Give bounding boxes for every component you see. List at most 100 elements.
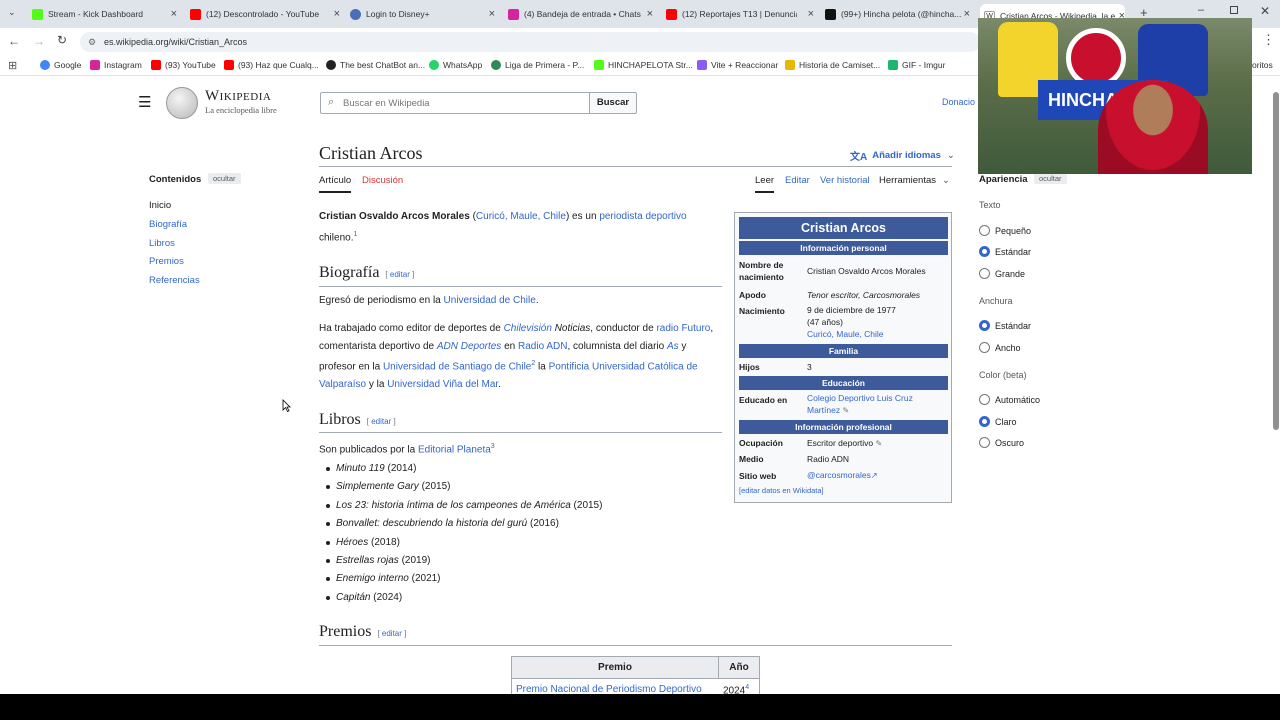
birthplace-link[interactable]: Curicó, Maule, Chile	[476, 211, 566, 222]
periodista-link[interactable]: periodista deportivo	[599, 211, 686, 222]
tab-search-chevron-icon[interactable]: ⌄	[8, 7, 16, 18]
close-icon[interactable]: ×	[334, 8, 340, 20]
bookmark-whatsapp[interactable]: WhatsApp	[429, 60, 482, 70]
wikipedia-globe-logo[interactable]	[166, 87, 198, 119]
section-heading-libros: Libros[ editar ]	[319, 411, 396, 428]
uvm-link[interactable]: Universidad Viña del Mar	[387, 379, 498, 390]
radio-width-estandar[interactable]	[979, 320, 990, 331]
editorial-planeta-link[interactable]: Editorial Planeta	[418, 444, 491, 455]
apps-grid-icon[interactable]: ⊞	[8, 59, 17, 72]
edit-section-biografia[interactable]: [ editar ]	[385, 270, 414, 279]
chilevision-link[interactable]: Chilevisión	[504, 323, 552, 334]
forward-icon[interactable]: →	[33, 34, 45, 48]
color-label: Color (beta)	[979, 370, 1027, 380]
youtube-icon	[666, 8, 677, 20]
tab-discusion[interactable]: Discusión	[362, 175, 403, 186]
tab-youtube-t13[interactable]: (12) Reportajes T13 | Denuncia ×	[666, 4, 814, 24]
pencil-icon[interactable]: ✎	[876, 439, 883, 448]
close-icon[interactable]: ×	[808, 8, 814, 20]
ref-1-link[interactable]: 1	[353, 231, 357, 238]
tab-articulo[interactable]: Artículo	[319, 175, 352, 193]
reload-icon[interactable]: ↻	[57, 33, 67, 47]
ref-4-link[interactable]: 4	[745, 684, 749, 691]
scrollbar-thumb[interactable]	[1273, 92, 1279, 430]
close-icon[interactable]: ×	[647, 8, 653, 20]
liga-icon	[491, 60, 501, 70]
browser-menu-icon[interactable]: ⋮	[1262, 32, 1275, 48]
tools-dropdown[interactable]: Herramientas ⌄	[879, 175, 950, 186]
bookmark-camisetas[interactable]: Historia de Camiset...	[785, 60, 880, 70]
universidad-de-chile-link[interactable]: Universidad de Chile	[444, 295, 536, 306]
kick-icon	[32, 8, 43, 20]
donate-link[interactable]: Donacio	[942, 97, 975, 107]
school-link[interactable]: Colegio Deportivo Luis Cruz Martínez	[807, 393, 913, 415]
bookmark-vite[interactable]: Vite + Reaccionar	[697, 60, 778, 70]
back-icon[interactable]: ←	[8, 34, 20, 48]
edit-section-libros[interactable]: [ editar ]	[367, 417, 396, 426]
tab-disney[interactable]: Login to Disney+ ×	[350, 4, 495, 24]
section-divider	[319, 432, 722, 433]
search-button[interactable]: Buscar	[589, 92, 637, 114]
appearance-hide-button[interactable]: ocultar	[1034, 173, 1067, 184]
bookmark-overflow[interactable]: oritos	[1252, 60, 1273, 70]
table-header-premio: Premio	[512, 657, 719, 679]
wikipedia-wordmark[interactable]: Wikipedia	[205, 88, 271, 105]
radio-color-claro[interactable]	[979, 416, 990, 427]
close-icon[interactable]: ×	[171, 8, 177, 20]
edit-section-premios[interactable]: [ editar ]	[377, 629, 406, 638]
bookmark-instagram[interactable]: Instagram	[90, 60, 142, 70]
site-info-icon[interactable]: ⚙	[88, 32, 96, 52]
toc-item-biografia[interactable]: Biografía	[149, 219, 187, 230]
tab-kick[interactable]: Stream - Kick Dashboard ×	[32, 4, 177, 24]
tab-instagram[interactable]: (4) Bandeja de entrada • Chats ×	[508, 4, 653, 24]
toc-item-inicio[interactable]: Inicio	[149, 200, 171, 211]
bookmark-liga[interactable]: Liga de Primera - P...	[491, 60, 584, 70]
toc-item-premios[interactable]: Premios	[149, 256, 184, 267]
radio-text-grande[interactable]	[979, 268, 990, 279]
tab-leer[interactable]: Leer	[755, 175, 775, 193]
minimize-icon[interactable]: –	[1198, 4, 1204, 16]
main-menu-icon[interactable]: ☰	[138, 93, 151, 111]
window-close-icon[interactable]: ✕	[1260, 4, 1270, 18]
toc-hide-button[interactable]: ocultar	[208, 173, 241, 184]
add-languages-button[interactable]: 文A Añadir idiomas ⌄	[850, 148, 955, 163]
maximize-icon[interactable]	[1230, 6, 1238, 14]
section-heading-biografia: Biografía[ editar ]	[319, 264, 415, 281]
adn-deportes-link[interactable]: ADN Deportes	[437, 341, 501, 352]
usach-link[interactable]: Universidad de Santiago de Chile	[383, 361, 531, 372]
radio-width-ancho[interactable]	[979, 342, 990, 353]
infobox-section-professional: Información profesional	[739, 420, 948, 434]
bookmark-hinchapelota[interactable]: HINCHAPELOTA Str...	[594, 60, 693, 70]
address-bar[interactable]: ⚙ es.wikipedia.org/wiki/Cristian_Arcos	[80, 32, 980, 52]
toc-item-referencias[interactable]: Referencias	[149, 275, 200, 286]
toc-item-libros[interactable]: Libros	[149, 238, 175, 249]
close-icon[interactable]: ×	[964, 8, 970, 20]
tab-x[interactable]: (99+) Hincha pelota (@hincha... ×	[825, 4, 970, 24]
bookmark-google[interactable]: Google	[40, 60, 81, 70]
radio-text-pequeno[interactable]	[979, 225, 990, 236]
infobox-section-education: Educación	[739, 376, 948, 390]
tab-ver-historial[interactable]: Ver historial	[820, 175, 870, 186]
radio-color-automatico[interactable]	[979, 394, 990, 405]
bookmark-youtube-haz[interactable]: (93) Haz que Cualq...	[224, 60, 319, 70]
bookmark-youtube[interactable]: (93) YouTube	[151, 60, 216, 70]
bookmark-imgur[interactable]: GIF - Imgur	[888, 60, 945, 70]
close-icon[interactable]: ×	[489, 8, 495, 20]
ref-3-link[interactable]: 3	[491, 443, 495, 450]
pencil-icon[interactable]: ✎	[842, 406, 849, 415]
radio-futuro-link[interactable]: radio Futuro	[656, 323, 710, 334]
website-link[interactable]: @carcosmorales	[807, 470, 871, 480]
infobox-section-personal: Información personal	[739, 241, 948, 255]
search-input[interactable]	[343, 95, 583, 111]
birthplace-link[interactable]: Curicó, Maule, Chile	[807, 328, 947, 340]
radio-text-estandar[interactable]	[979, 246, 990, 257]
search-box[interactable]: ⌕	[320, 92, 590, 114]
radio-color-oscuro[interactable]	[979, 437, 990, 448]
tab-editar[interactable]: Editar	[785, 175, 810, 186]
bookmark-chatbot[interactable]: The best ChatBot an...	[326, 60, 425, 70]
edit-wikidata-link[interactable]: [editar datos en Wikidata]	[739, 486, 824, 495]
radio-adn-link[interactable]: Radio ADN	[518, 341, 567, 352]
tab-youtube[interactable]: (12) Descontrolado - YouTube ×	[190, 4, 340, 24]
as-link[interactable]: As	[667, 341, 679, 352]
scrollbar[interactable]	[1272, 82, 1280, 692]
